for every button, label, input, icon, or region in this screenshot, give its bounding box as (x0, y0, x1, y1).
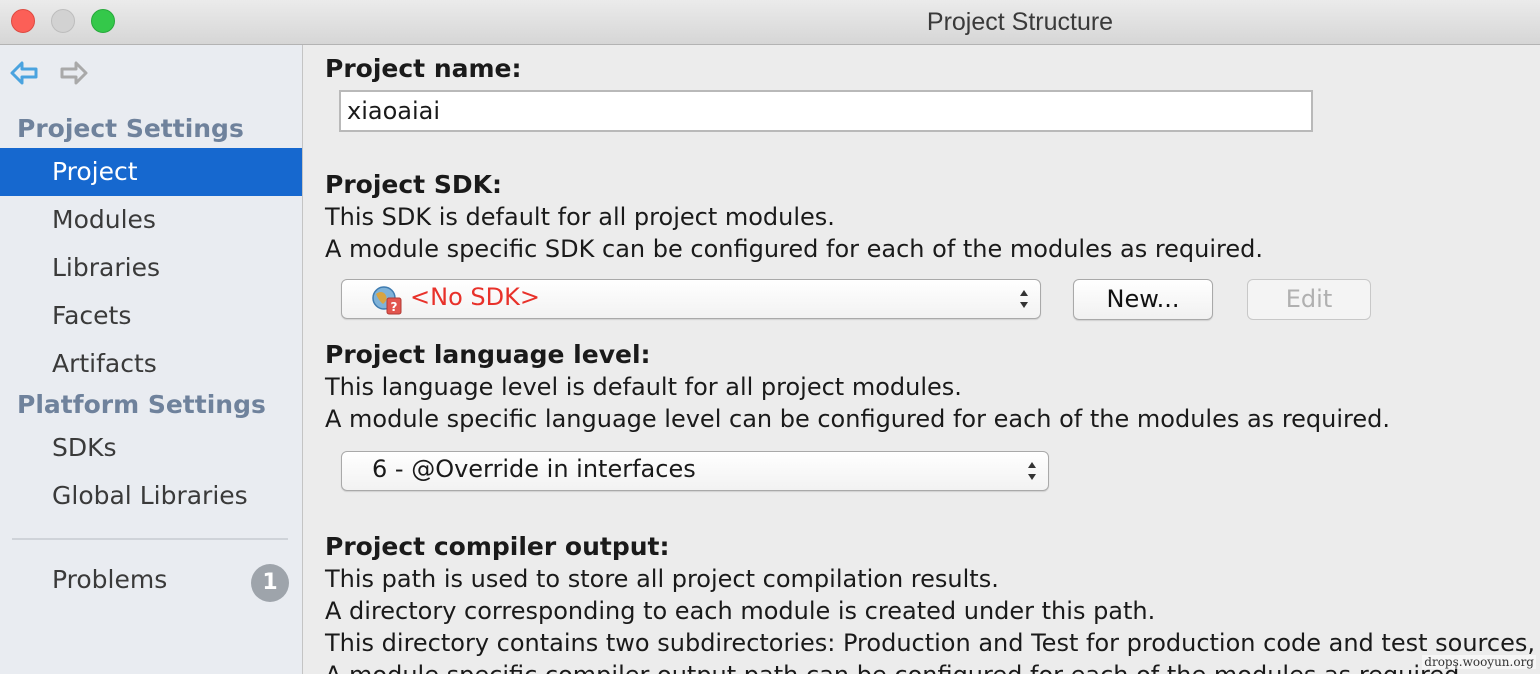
svg-text:?: ? (391, 300, 398, 314)
sdk-select[interactable]: ? <No SDK> (341, 279, 1041, 319)
minimize-window-button[interactable] (51, 9, 75, 33)
back-arrow-icon[interactable] (8, 58, 40, 88)
compiler-description-2: A directory corresponding to each module… (325, 597, 1156, 625)
new-sdk-button[interactable]: New... (1073, 279, 1213, 320)
language-level-label: Project language level: (325, 340, 651, 369)
sidebar-divider (12, 538, 288, 540)
compiler-description-3: This directory contains two subdirectori… (325, 629, 1540, 657)
section-header-project-settings: Project Settings (17, 114, 244, 143)
language-level-select[interactable]: 6 - @Override in interfaces (341, 451, 1049, 491)
watermark: drops.wooyun.org (1422, 655, 1536, 669)
sidebar-item-facets[interactable]: Facets (0, 292, 302, 340)
edit-sdk-button[interactable]: Edit (1247, 279, 1371, 320)
language-description-1: This language level is default for all p… (325, 373, 962, 401)
language-description-2: A module specific language level can be … (325, 405, 1390, 433)
select-arrows-icon (1020, 290, 1028, 308)
sidebar-item-global-libraries[interactable]: Global Libraries (0, 472, 302, 520)
sdk-description-1: This SDK is default for all project modu… (325, 203, 835, 231)
compiler-description-4: A module specific compiler output path c… (325, 661, 1467, 674)
sdk-description-2: A module specific SDK can be configured … (325, 235, 1264, 263)
title-bar: Project Structure (0, 0, 1540, 45)
project-name-input[interactable] (339, 90, 1313, 132)
sidebar-item-sdks[interactable]: SDKs (0, 424, 302, 472)
sdk-selected-value: <No SDK> (410, 283, 540, 311)
project-name-label: Project name: (325, 54, 522, 83)
compiler-output-label: Project compiler output: (325, 532, 670, 561)
maximize-window-button[interactable] (91, 9, 115, 33)
sidebar: Project Settings Project Modules Librari… (0, 45, 303, 674)
close-window-button[interactable] (11, 9, 35, 33)
compiler-description-1: This path is used to store all project c… (325, 565, 999, 593)
section-header-platform-settings: Platform Settings (17, 390, 266, 419)
sidebar-item-project[interactable]: Project (0, 148, 302, 196)
forward-arrow-icon[interactable] (58, 58, 90, 88)
sidebar-item-modules[interactable]: Modules (0, 196, 302, 244)
sidebar-item-artifacts[interactable]: Artifacts (0, 340, 302, 388)
language-level-selected-value: 6 - @Override in interfaces (372, 455, 696, 483)
window-title: Project Structure (926, 8, 1114, 36)
sdk-globe-icon: ? (372, 286, 402, 315)
project-settings-panel: Project name: Project SDK: This SDK is d… (303, 45, 1540, 674)
sidebar-item-libraries[interactable]: Libraries (0, 244, 302, 292)
select-arrows-icon (1028, 462, 1036, 480)
problems-count-badge: 1 (251, 564, 289, 602)
project-sdk-label: Project SDK: (325, 170, 502, 199)
